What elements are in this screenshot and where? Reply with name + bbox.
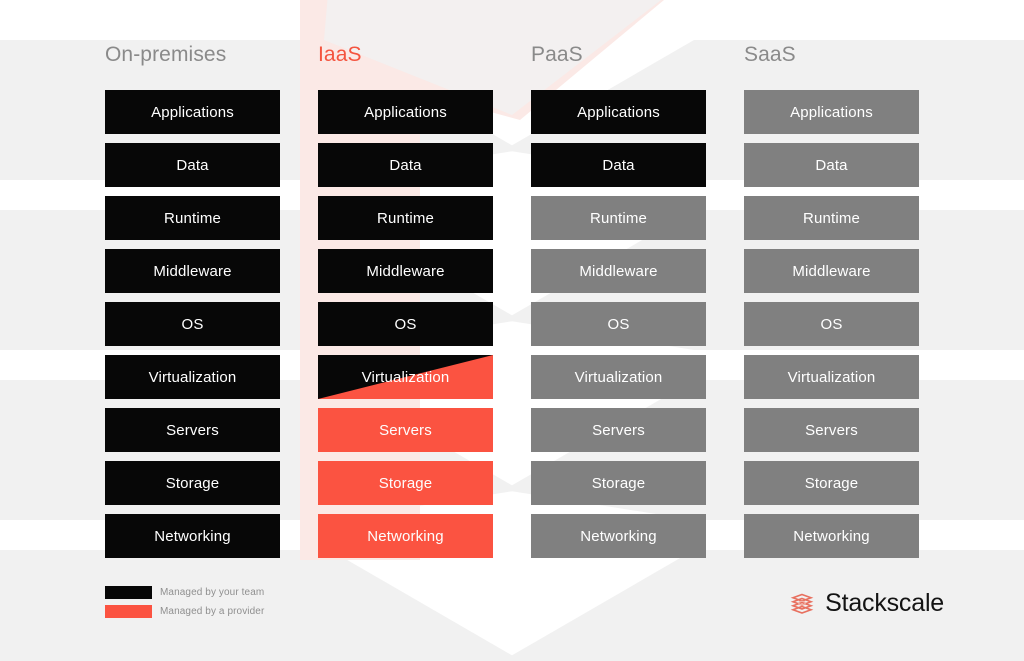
layer-runtime[interactable]: Runtime <box>744 196 919 240</box>
column-paas: PaaS Applications Data Runtime Middlewar… <box>531 42 706 562</box>
layer-label: OS <box>181 315 204 333</box>
layer-list-on-premises: Applications Data Runtime Middleware OS … <box>105 90 280 558</box>
layer-label: Middleware <box>792 262 871 280</box>
layer-virtualization[interactable]: Virtualization <box>744 355 919 399</box>
layer-label: Middleware <box>579 262 658 280</box>
layer-applications[interactable]: Applications <box>105 90 280 134</box>
layer-label: Storage <box>378 474 433 492</box>
layer-label: Servers <box>379 421 432 439</box>
legend-label-provider: Managed by a provider <box>160 606 265 617</box>
layer-networking[interactable]: Networking <box>531 514 706 558</box>
column-iaas: IaaS Applications Data Runtime Middlewar… <box>318 42 493 562</box>
layer-os[interactable]: OS <box>744 302 919 346</box>
layer-list-saas: Applications Data Runtime Middleware OS … <box>744 90 919 558</box>
column-header-on-premises: On-premises <box>105 43 227 66</box>
layer-label: Storage <box>591 474 646 492</box>
layer-label: Runtime <box>590 209 647 227</box>
layer-data[interactable]: Data <box>105 143 280 187</box>
layer-label: Data <box>815 156 848 174</box>
column-header-saas: SaaS <box>744 43 796 66</box>
layer-label: Networking <box>154 527 231 545</box>
brand-lockup: Stackscale <box>789 590 944 616</box>
layer-label: OS <box>394 315 417 333</box>
layer-servers[interactable]: Servers <box>744 408 919 452</box>
layer-os[interactable]: OS <box>105 302 280 346</box>
column-header-paas: PaaS <box>531 43 583 66</box>
legend-item-provider: Managed by a provider <box>105 605 264 618</box>
layer-label: OS <box>820 315 843 333</box>
layer-middleware[interactable]: Middleware <box>744 249 919 293</box>
layer-label: Data <box>176 156 209 174</box>
layer-label: Virtualization <box>574 368 663 386</box>
layer-list-iaas: Applications Data Runtime Middleware OS <box>318 90 493 558</box>
service-model-matrix: On-premises Applications Data Runtime Mi… <box>105 42 919 562</box>
legend-label-team: Managed by your team <box>160 587 265 598</box>
layer-label: Applications <box>151 103 234 121</box>
brand-name: Stackscale <box>825 589 944 617</box>
layer-label: Runtime <box>164 209 221 227</box>
layer-label: Servers <box>166 421 219 439</box>
layer-servers[interactable]: Servers <box>531 408 706 452</box>
layer-runtime[interactable]: Runtime <box>531 196 706 240</box>
layer-label: Data <box>389 156 422 174</box>
layer-data[interactable]: Data <box>744 143 919 187</box>
column-saas: SaaS Applications Data Runtime Middlewar… <box>744 42 919 562</box>
layer-virtualization-shared[interactable]: Virtualization <box>318 355 493 399</box>
layer-middleware[interactable]: Middleware <box>531 249 706 293</box>
legend-swatch-team <box>105 586 152 599</box>
layer-runtime[interactable]: Runtime <box>105 196 280 240</box>
layer-label: Storage <box>804 474 859 492</box>
layer-storage[interactable]: Storage <box>318 461 493 505</box>
layer-label: Virtualization <box>148 368 237 386</box>
layer-servers[interactable]: Servers <box>318 408 493 452</box>
layer-label: Data <box>602 156 635 174</box>
layer-middleware[interactable]: Middleware <box>105 249 280 293</box>
layer-virtualization[interactable]: Virtualization <box>531 355 706 399</box>
column-on-premises: On-premises Applications Data Runtime Mi… <box>105 42 280 562</box>
layer-storage[interactable]: Storage <box>531 461 706 505</box>
legend-swatch-provider <box>105 605 152 618</box>
layer-label: Servers <box>592 421 645 439</box>
layer-applications[interactable]: Applications <box>744 90 919 134</box>
column-header-iaas: IaaS <box>318 43 362 66</box>
layer-networking[interactable]: Networking <box>744 514 919 558</box>
layer-label: Applications <box>790 103 873 121</box>
layer-label: Networking <box>367 527 444 545</box>
layer-label: Virtualization <box>787 368 876 386</box>
layer-middleware[interactable]: Middleware <box>318 249 493 293</box>
layer-data[interactable]: Data <box>318 143 493 187</box>
legend-item-team: Managed by your team <box>105 586 264 599</box>
layer-label: Virtualization <box>361 368 450 386</box>
stacked-hexagon-logo-icon <box>790 593 814 614</box>
layer-networking[interactable]: Networking <box>318 514 493 558</box>
layer-label: Applications <box>364 103 447 121</box>
layer-label: Storage <box>165 474 220 492</box>
layer-os[interactable]: OS <box>318 302 493 346</box>
layer-data[interactable]: Data <box>531 143 706 187</box>
layer-runtime[interactable]: Runtime <box>318 196 493 240</box>
layer-label: Networking <box>580 527 657 545</box>
layer-label: Networking <box>793 527 870 545</box>
layer-list-paas: Applications Data Runtime Middleware OS … <box>531 90 706 558</box>
layer-label: Middleware <box>153 262 232 280</box>
layer-storage[interactable]: Storage <box>105 461 280 505</box>
legend: Managed by your team Managed by a provid… <box>105 586 264 618</box>
layer-applications[interactable]: Applications <box>531 90 706 134</box>
layer-label: Runtime <box>803 209 860 227</box>
layer-label: OS <box>607 315 630 333</box>
layer-storage[interactable]: Storage <box>744 461 919 505</box>
layer-networking[interactable]: Networking <box>105 514 280 558</box>
layer-applications[interactable]: Applications <box>318 90 493 134</box>
layer-virtualization[interactable]: Virtualization <box>105 355 280 399</box>
infographic-canvas: On-premises Applications Data Runtime Mi… <box>0 0 1024 661</box>
layer-label: Middleware <box>366 262 445 280</box>
layer-label: Applications <box>577 103 660 121</box>
layer-label: Runtime <box>377 209 434 227</box>
layer-os[interactable]: OS <box>531 302 706 346</box>
layer-servers[interactable]: Servers <box>105 408 280 452</box>
layer-label: Servers <box>805 421 858 439</box>
